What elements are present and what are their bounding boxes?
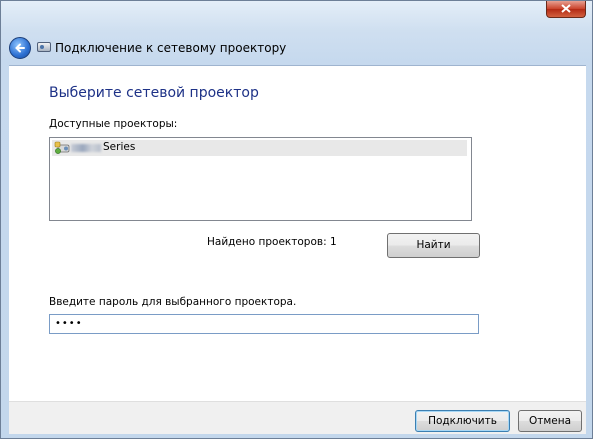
back-button[interactable] [9, 37, 31, 59]
connect-button[interactable]: Подключить [415, 410, 510, 432]
content-panel: Выберите сетевой проектор Доступные прое… [9, 65, 586, 402]
window-title: Подключение к сетевому проектору [55, 41, 287, 55]
button-bar: Подключить Отмена [9, 401, 586, 434]
projector-name-redacted [71, 144, 101, 152]
found-count-text: Найдено проекторов: 1 [207, 236, 337, 248]
projector-icon [37, 42, 51, 52]
projector-list[interactable]: Series [49, 137, 472, 221]
list-item[interactable]: Series [52, 140, 467, 156]
password-field[interactable]: •••• [49, 314, 479, 334]
available-projectors-label: Доступные проекторы: [49, 118, 178, 130]
dialog-window: Подключение к сетевому проектору Выберит… [0, 0, 593, 439]
network-projector-icon [54, 141, 70, 154]
cancel-button[interactable]: Отмена [518, 410, 582, 432]
password-label: Введите пароль для выбранного проектора. [49, 296, 297, 308]
find-button[interactable]: Найти [387, 233, 480, 258]
close-icon [561, 4, 571, 13]
back-arrow-icon [15, 43, 25, 53]
close-button[interactable] [546, 1, 586, 18]
projector-name: Series [103, 141, 136, 153]
page-heading: Выберите сетевой проектор [49, 85, 259, 101]
